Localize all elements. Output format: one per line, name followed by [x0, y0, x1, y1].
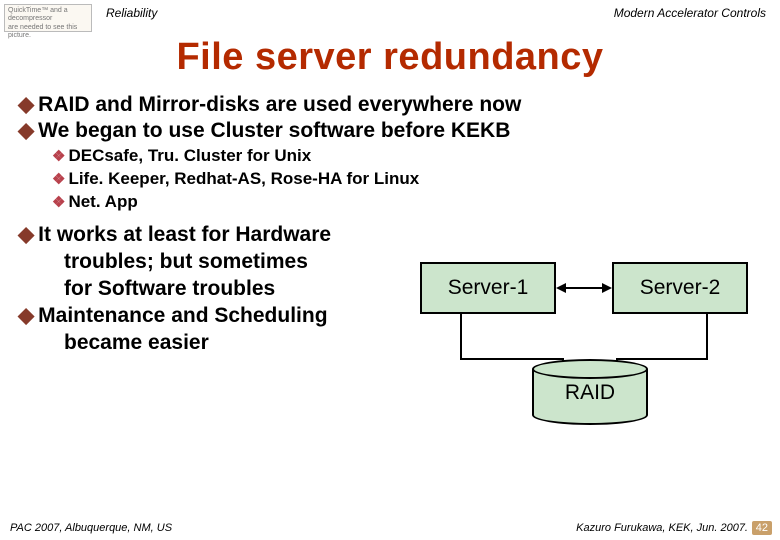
- diamond-outline-icon: ❖: [52, 193, 65, 213]
- connector-line: [460, 314, 462, 360]
- bullet-2: ◆ We began to use Cluster software befor…: [18, 119, 764, 143]
- bullet-4-line1: Maintenance and Scheduling: [38, 303, 327, 328]
- server-2-label: Server-2: [640, 276, 721, 300]
- placeholder-text-3: are needed to see this picture.: [8, 24, 88, 41]
- bidirectional-arrow-icon: [556, 286, 612, 290]
- lower-text-block: ◆ It works at least for Hardware trouble…: [18, 222, 438, 356]
- content-area: ◆ RAID and Mirror-disks are used everywh…: [0, 93, 780, 356]
- server-1-label: Server-1: [448, 276, 529, 300]
- slide-title: File server redundancy: [0, 36, 780, 79]
- page-number: 42: [752, 521, 772, 535]
- diamond-bullet-icon: ◆: [18, 222, 34, 247]
- header-right: Modern Accelerator Controls: [614, 6, 766, 20]
- header-left: Reliability: [106, 6, 157, 20]
- raid-label: RAID: [532, 381, 648, 405]
- raid-cylinder: RAID: [532, 369, 648, 415]
- bullet-3-cont2: for Software troubles: [18, 276, 438, 301]
- bullet-3-line1: It works at least for Hardware: [38, 222, 331, 247]
- diamond-outline-icon: ❖: [52, 170, 65, 190]
- subbullet-2-text: Life. Keeper, Redhat-AS, Rose-HA for Lin…: [68, 168, 419, 190]
- lower-section: ◆ It works at least for Hardware trouble…: [18, 222, 764, 356]
- bullet-3-line2: troubles; but sometimes: [64, 249, 308, 274]
- slide-header: QuickTime™ and a decompressor are needed…: [0, 0, 780, 30]
- image-placeholder: QuickTime™ and a decompressor are needed…: [4, 4, 92, 32]
- subbullet-2: ❖ Life. Keeper, Redhat-AS, Rose-HA for L…: [52, 168, 764, 190]
- diamond-bullet-icon: ◆: [18, 93, 34, 117]
- subbullet-3: ❖ Net. App: [52, 191, 764, 213]
- diamond-bullet-icon: ◆: [18, 119, 34, 143]
- subbullet-1: ❖ DECsafe, Tru. Cluster for Unix: [52, 145, 764, 167]
- cluster-diagram: Server-1 Server-2 RAID: [416, 244, 766, 444]
- diamond-bullet-icon: ◆: [18, 303, 34, 328]
- bullet-3: ◆ It works at least for Hardware: [18, 222, 438, 247]
- connector-line: [616, 358, 708, 360]
- bullet-1: ◆ RAID and Mirror-disks are used everywh…: [18, 93, 764, 117]
- placeholder-text-1: QuickTime™ and a: [8, 7, 88, 15]
- diamond-outline-icon: ❖: [52, 147, 65, 167]
- bullet-4: ◆ Maintenance and Scheduling: [18, 303, 438, 328]
- bullet-4-line2: became easier: [64, 330, 209, 355]
- subbullet-1-text: DECsafe, Tru. Cluster for Unix: [68, 145, 311, 167]
- bullet-3-line3: for Software troubles: [64, 276, 275, 301]
- connector-line: [706, 314, 708, 360]
- connector-line: [460, 358, 564, 360]
- bullet-4-cont1: became easier: [18, 330, 438, 355]
- slide-footer: PAC 2007, Albuquerque, NM, US Kazuro Fur…: [0, 514, 780, 540]
- footer-left: PAC 2007, Albuquerque, NM, US: [10, 522, 172, 534]
- bullet-1-text: RAID and Mirror-disks are used everywher…: [38, 93, 521, 117]
- server-1-box: Server-1: [420, 262, 556, 314]
- footer-right: Kazuro Furukawa, KEK, Jun. 2007.: [576, 522, 748, 534]
- subbullet-3-text: Net. App: [68, 191, 137, 213]
- bullet-2-text: We began to use Cluster software before …: [38, 119, 510, 143]
- placeholder-text-2: decompressor: [8, 15, 88, 23]
- bullet-3-cont1: troubles; but sometimes: [18, 249, 438, 274]
- server-2-box: Server-2: [612, 262, 748, 314]
